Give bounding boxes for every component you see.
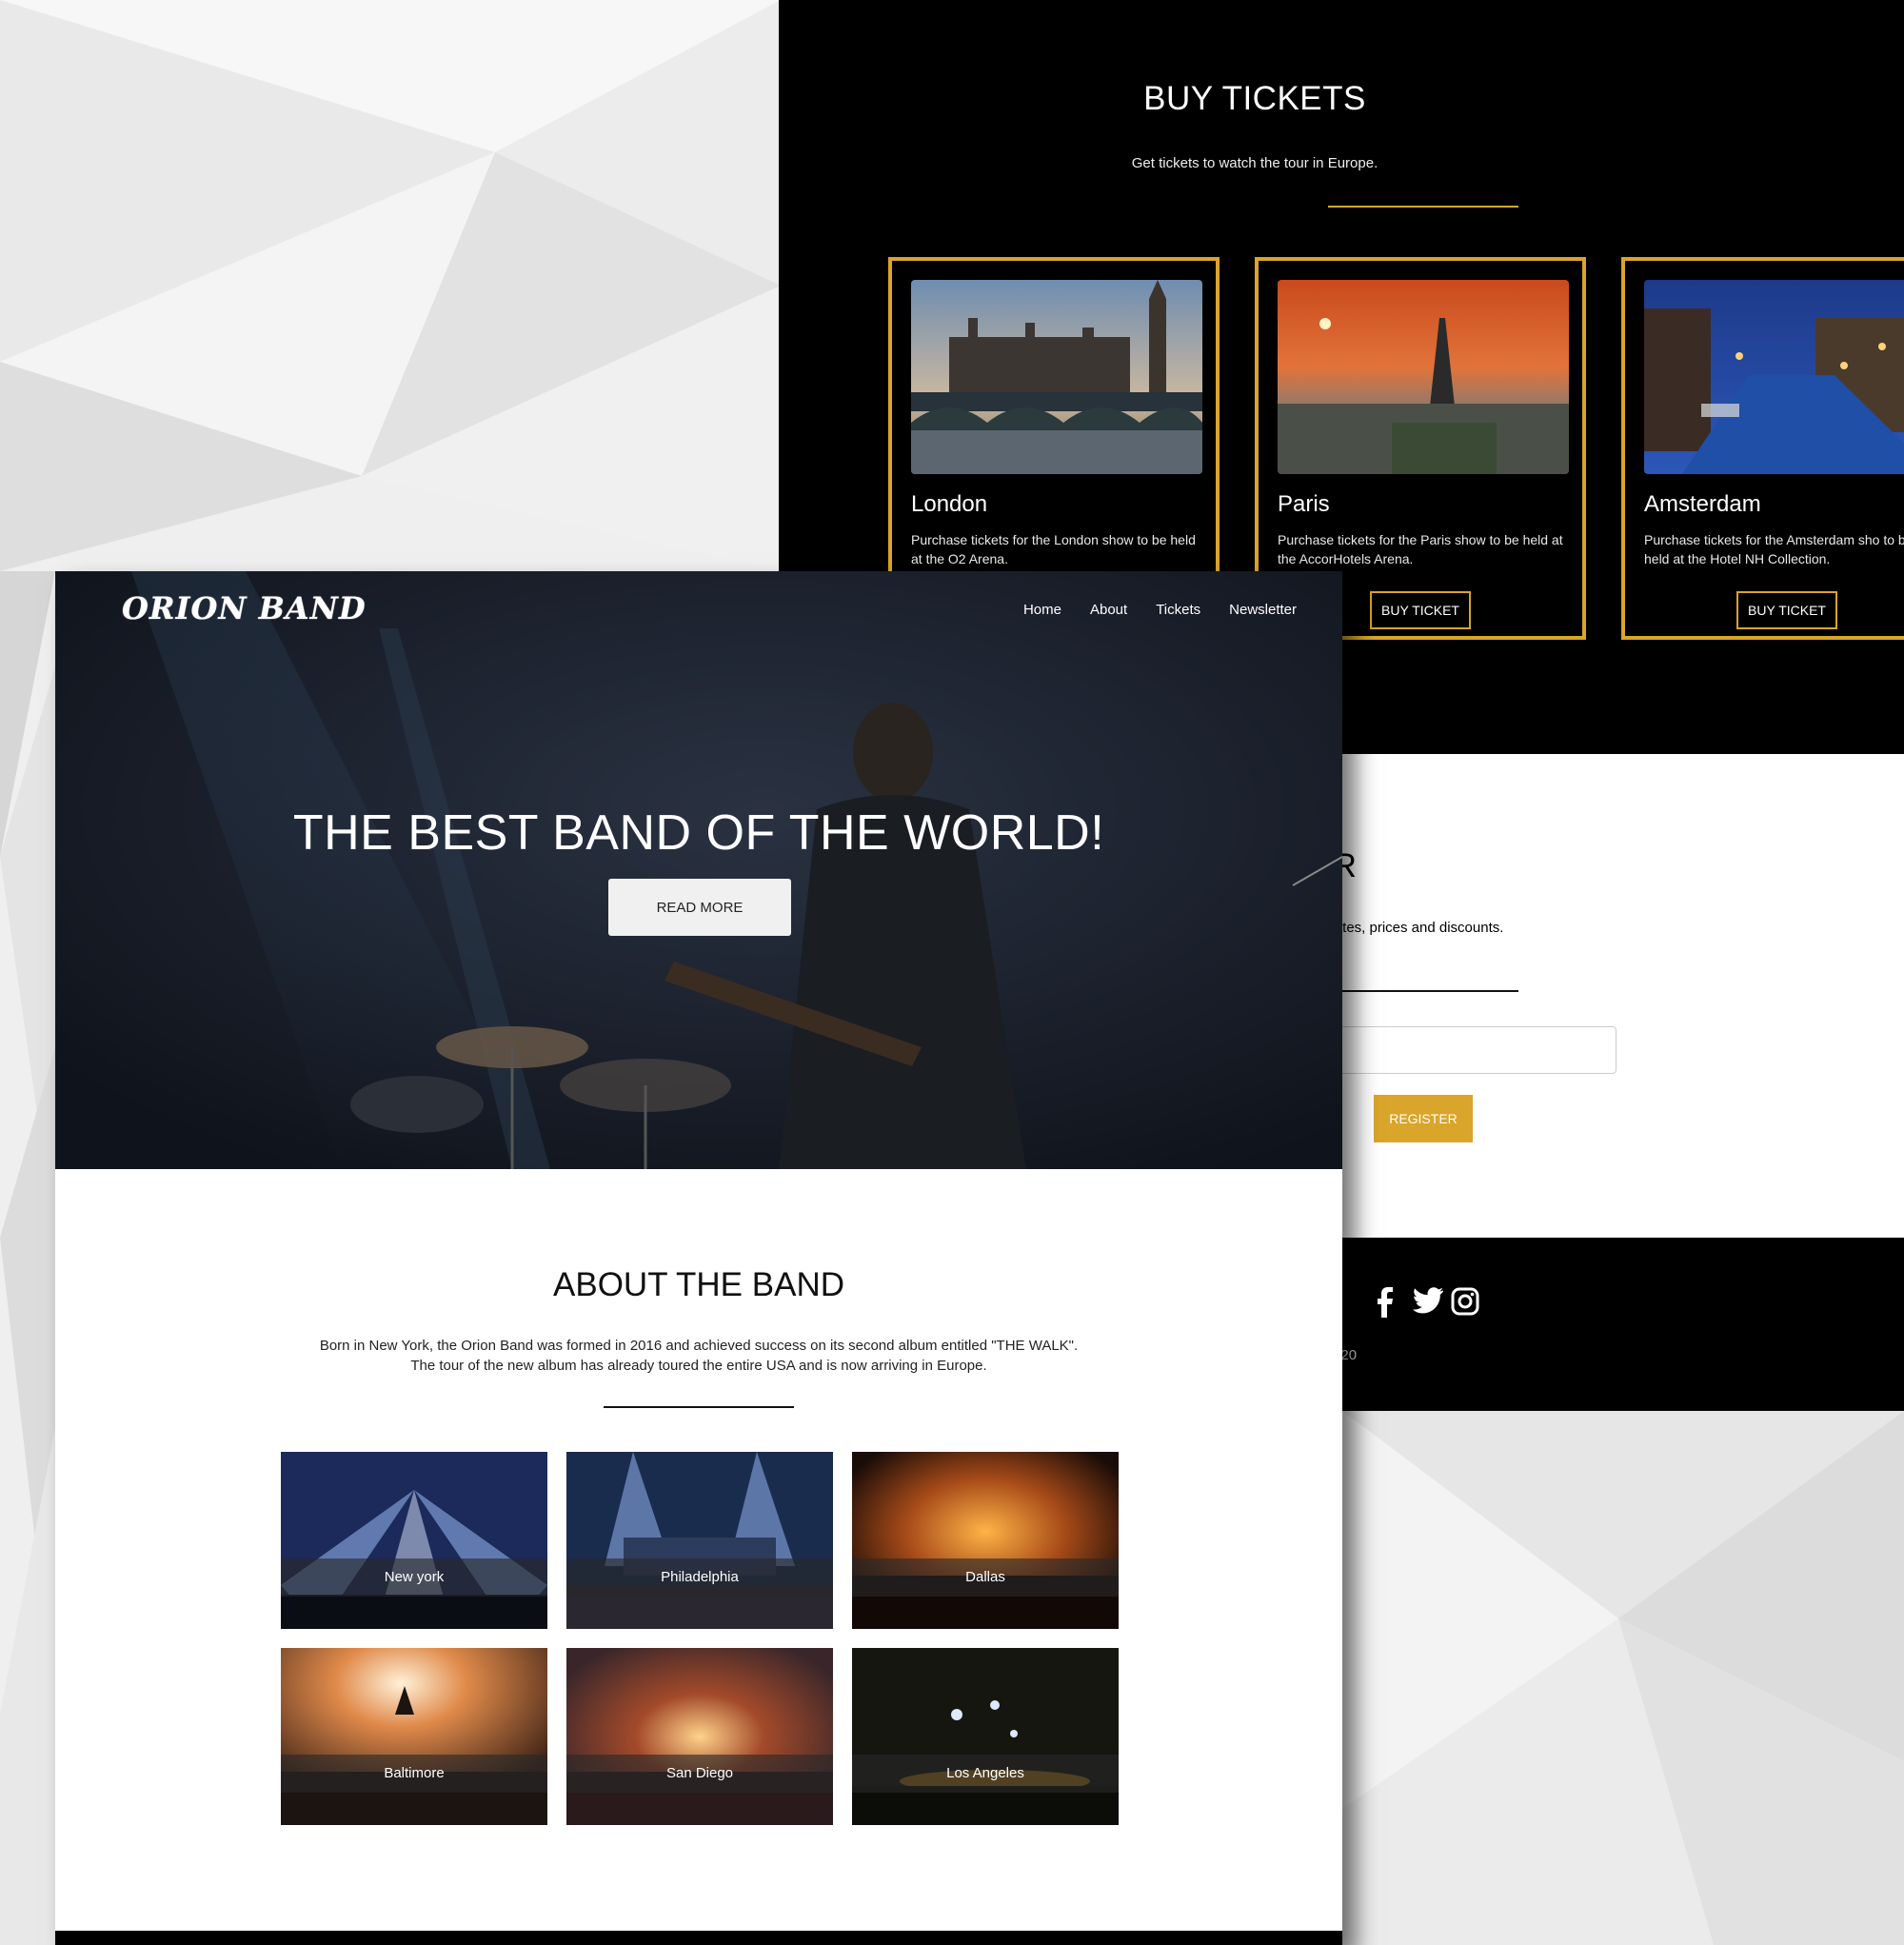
gallery-tile-philadelphia[interactable]: Philadelphia (566, 1452, 833, 1629)
gallery-label: San Diego (566, 1755, 833, 1793)
read-more-button[interactable]: READ MORE (608, 879, 791, 936)
tickets-subtitle: Get tickets to watch the tour in Europe. (1131, 155, 1378, 171)
card-city: London (911, 491, 988, 517)
card-city: Paris (1278, 491, 1330, 517)
buy-ticket-button[interactable]: BUY TICKET (1370, 591, 1471, 629)
tickets-divider (1328, 206, 1518, 208)
gallery-tile-san-diego[interactable]: San Diego (566, 1648, 833, 1825)
london-image (911, 280, 1202, 474)
about-title: ABOUT THE BAND (553, 1266, 844, 1303)
hero-background-image (55, 571, 1342, 1169)
gallery-tile-baltimore[interactable]: Baltimore (281, 1648, 547, 1825)
instagram-icon[interactable] (1451, 1287, 1479, 1318)
front-footer-edge (55, 1931, 1342, 1945)
gallery-label: New york (281, 1558, 547, 1597)
twitter-icon[interactable] (1413, 1287, 1443, 1318)
front-page-screenshot: ORION BAND Home About Tickets Newsletter… (55, 571, 1342, 1945)
main-nav: Home About Tickets Newsletter (1023, 602, 1297, 618)
social-links (1375, 1287, 1479, 1318)
gallery-tile-los-angeles[interactable]: Los Angeles (852, 1648, 1119, 1825)
buy-ticket-button[interactable]: BUY TICKET (1736, 591, 1837, 629)
card-description: Purchase tickets for the London show to … (911, 532, 1196, 566)
paris-image (1278, 280, 1569, 474)
hero-section: ORION BAND Home About Tickets Newsletter… (55, 571, 1342, 1169)
gallery-tile-new-york[interactable]: New york (281, 1452, 547, 1629)
newsletter-divider (1328, 990, 1518, 992)
card-description: Purchase tickets for the Paris show to b… (1278, 532, 1563, 566)
gallery-label: Philadelphia (566, 1558, 833, 1597)
card-city: Amsterdam (1644, 491, 1761, 517)
register-button[interactable]: REGISTER (1374, 1095, 1473, 1142)
gallery-tile-dallas[interactable]: Dallas (852, 1452, 1119, 1629)
nav-newsletter[interactable]: Newsletter (1229, 602, 1297, 618)
nav-tickets[interactable]: Tickets (1156, 602, 1200, 618)
nav-home[interactable]: Home (1023, 602, 1061, 618)
nav-about[interactable]: About (1090, 602, 1127, 618)
gallery-label: Los Angeles (852, 1755, 1119, 1793)
about-divider (604, 1406, 794, 1408)
card-description: Purchase tickets for the Amsterdam sho t… (1644, 532, 1904, 566)
band-logo[interactable]: ORION BAND (122, 590, 367, 626)
tickets-title: BUY TICKETS (1143, 80, 1366, 117)
amsterdam-image (1644, 280, 1904, 474)
gallery-label: Dallas (852, 1558, 1119, 1597)
facebook-icon[interactable] (1375, 1287, 1403, 1318)
ticket-card-amsterdam: Amsterdam Purchase tickets for the Amste… (1621, 257, 1904, 640)
gallery-label: Baltimore (281, 1755, 547, 1793)
about-text: Born in New York, the Orion Band was for… (319, 1338, 1079, 1374)
hero-title: THE BEST BAND OF THE WORLD! (292, 805, 1105, 861)
